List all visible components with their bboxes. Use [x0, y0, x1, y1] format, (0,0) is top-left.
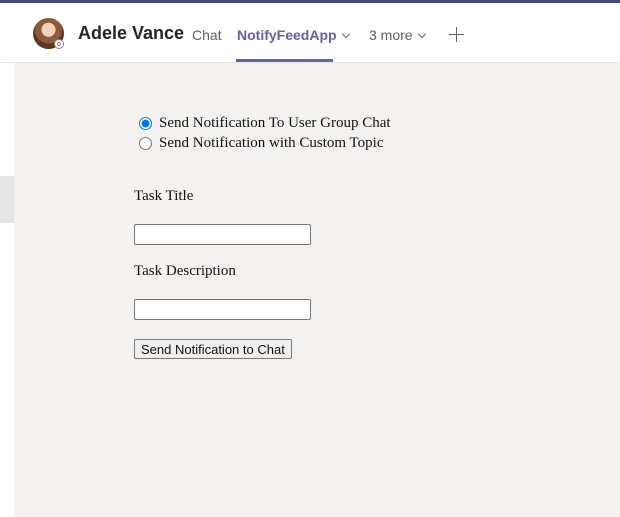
left-rail-selection-marker	[0, 176, 14, 223]
tab-more[interactable]: 3 more	[369, 27, 426, 43]
send-notification-button[interactable]: Send Notification to Chat	[134, 339, 292, 359]
radio-user-group-chat-label: Send Notification To User Group Chat	[159, 114, 391, 131]
task-title-input[interactable]	[134, 224, 311, 245]
task-title-label: Task Title	[134, 188, 194, 204]
tab-chat[interactable]: Chat	[192, 27, 222, 43]
add-tab-plus-icon[interactable]	[449, 27, 464, 42]
radio-option-custom-topic[interactable]: Send Notification with Custom Topic	[139, 134, 384, 152]
task-description-input[interactable]	[134, 299, 311, 320]
radio-custom-topic[interactable]	[139, 136, 152, 150]
chevron-down-icon	[417, 29, 426, 39]
user-name: Adele Vance	[78, 23, 185, 43]
app-header: Adele Vance Chat NotifyFeedApp 3 more	[0, 3, 620, 62]
chevron-down-icon[interactable]	[341, 29, 350, 39]
tab-chat-label: Chat	[192, 27, 222, 43]
tab-notifyfeedapp-label: NotifyFeedApp	[237, 27, 337, 43]
app-content: Send Notification To User Group Chat Sen…	[14, 63, 620, 517]
tab-notifyfeedapp[interactable]: NotifyFeedApp	[237, 27, 350, 43]
radio-user-group-chat[interactable]	[139, 116, 152, 130]
task-description-label: Task Description	[134, 263, 236, 279]
status-offline-icon	[54, 39, 64, 49]
radio-option-user-group-chat[interactable]: Send Notification To User Group Chat	[139, 114, 391, 132]
radio-custom-topic-label: Send Notification with Custom Topic	[159, 134, 384, 151]
tab-more-label: 3 more	[369, 27, 413, 43]
left-rail	[0, 63, 14, 517]
